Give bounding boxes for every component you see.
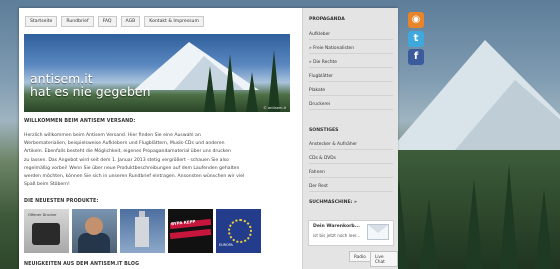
rss-icon[interactable]: ◉ bbox=[408, 12, 424, 28]
nav-rundbrief[interactable]: Rundbrief bbox=[61, 16, 94, 27]
nav-faq[interactable]: FAQ bbox=[97, 16, 117, 27]
main-page: Startseite Rundbrief FAQ AGB Kontakt & I… bbox=[19, 8, 398, 269]
sidebar-item-aufkleber[interactable]: Aufkleber bbox=[309, 32, 393, 40]
sidebar-sonstiges-heading: SONSTIGES bbox=[309, 128, 339, 133]
hero-subtitle: hat es nie gegeben bbox=[30, 84, 151, 99]
sidebar-item-plakate[interactable]: Plakate bbox=[309, 88, 393, 96]
product-thumbnail[interactable]: Offener Drucker bbox=[24, 209, 69, 253]
hero-tree bbox=[204, 66, 216, 112]
twitter-icon[interactable]: t bbox=[408, 31, 424, 47]
banner-stripe bbox=[169, 228, 212, 240]
cart-title: Dein Warenkorb... bbox=[313, 224, 360, 229]
hero-tree bbox=[246, 72, 258, 112]
welcome-line: regelmäßig vorbei! Wenn Sie über neue Pr… bbox=[24, 165, 240, 171]
radio-button[interactable]: Radio bbox=[349, 251, 371, 262]
welcome-line: Spaß beim Stöbern! bbox=[24, 182, 70, 188]
search-heading[interactable]: SUCHMASCHINE: » bbox=[309, 200, 357, 205]
product-thumbnail[interactable]: BYPA KEPP bbox=[168, 209, 213, 253]
welcome-line: Werbematerialien, beispielsweise Aufkleb… bbox=[24, 141, 225, 147]
person-head-image bbox=[85, 217, 103, 235]
nav-agb[interactable]: AGB bbox=[120, 16, 141, 27]
person-image bbox=[78, 233, 110, 253]
product-thumbnail[interactable] bbox=[120, 209, 165, 253]
product-label: EUROPA bbox=[219, 243, 233, 247]
eu-stars-icon bbox=[228, 219, 252, 243]
sidebar-propaganda-heading: PROPAGANDA bbox=[309, 17, 345, 22]
mountain-shade-graphic bbox=[455, 80, 560, 150]
welcome-line: Artikeln. Ebenfalls besteht die Möglichk… bbox=[24, 149, 231, 155]
welcome-heading: WILLKOMMEN BEIM ANTISEM VERSAND: bbox=[24, 119, 136, 124]
sidebar-item-druckerei[interactable]: Druckerei bbox=[309, 102, 393, 110]
welcome-text: Herzlich willkommen beim Antisem Versand… bbox=[24, 132, 290, 189]
hero-tree bbox=[224, 54, 236, 112]
live-chat-button[interactable]: Live Chat bbox=[370, 251, 398, 267]
products-heading: DIE NEUESTEN PRODUKTE: bbox=[24, 199, 99, 204]
sidebar-item-cds-dvds[interactable]: CDs & DVDs bbox=[309, 156, 393, 164]
nav-kontakt[interactable]: Kontakt & Impressum bbox=[144, 16, 204, 27]
sidebar-item-die-rechte[interactable]: » Die Rechte bbox=[309, 60, 393, 68]
hero-banner: antisem.it hat es nie gegeben © antisem.… bbox=[24, 34, 290, 112]
sidebar-item-flugblaetter[interactable]: Flugblätter bbox=[309, 74, 393, 82]
cart-status: ist bis jetzt noch leer... bbox=[313, 233, 361, 238]
sidebar-item-der-rest[interactable]: Der Rest bbox=[309, 184, 393, 192]
blog-heading: NEUIGKEITEN AUS DEM ANTISEM.IT BLOG bbox=[24, 262, 140, 267]
facebook-icon[interactable]: f bbox=[408, 49, 424, 65]
building-image bbox=[135, 217, 149, 247]
sidebar: PROPAGANDA Aufkleber » Freie Nationalist… bbox=[302, 8, 398, 269]
welcome-line: werden möchten, können Sie sich in unser… bbox=[24, 174, 245, 180]
envelope-icon bbox=[367, 224, 389, 240]
printer-image bbox=[32, 223, 60, 245]
sidebar-item-freie-nationalisten[interactable]: » Freie Nationalisten bbox=[309, 46, 393, 54]
cart-box[interactable]: Dein Warenkorb... ist bis jetzt noch lee… bbox=[308, 220, 394, 246]
nav-startseite[interactable]: Startseite bbox=[25, 16, 58, 27]
sidebar-item-anstecker[interactable]: Anstecker & Aufnäher bbox=[309, 142, 393, 150]
top-nav: Startseite Rundbrief FAQ AGB Kontakt & I… bbox=[25, 16, 204, 27]
hero-tree bbox=[268, 50, 280, 112]
product-thumbnail[interactable] bbox=[72, 209, 117, 253]
product-label: Offener Drucker bbox=[28, 213, 57, 217]
sidebar-item-fahnen[interactable]: Fahnen bbox=[309, 170, 393, 178]
product-thumbnails: Offener Drucker BYPA KEPP EUROPA bbox=[24, 209, 261, 253]
welcome-line: zu lassen. Das Angebot wird seit dem 1. … bbox=[24, 157, 229, 163]
hero-copyright: © antisem.it bbox=[263, 106, 286, 110]
product-thumbnail[interactable]: EUROPA bbox=[216, 209, 261, 253]
welcome-line: Herzlich willkommen beim Antisem Versand… bbox=[24, 133, 201, 138]
forest-graphic bbox=[380, 150, 560, 269]
